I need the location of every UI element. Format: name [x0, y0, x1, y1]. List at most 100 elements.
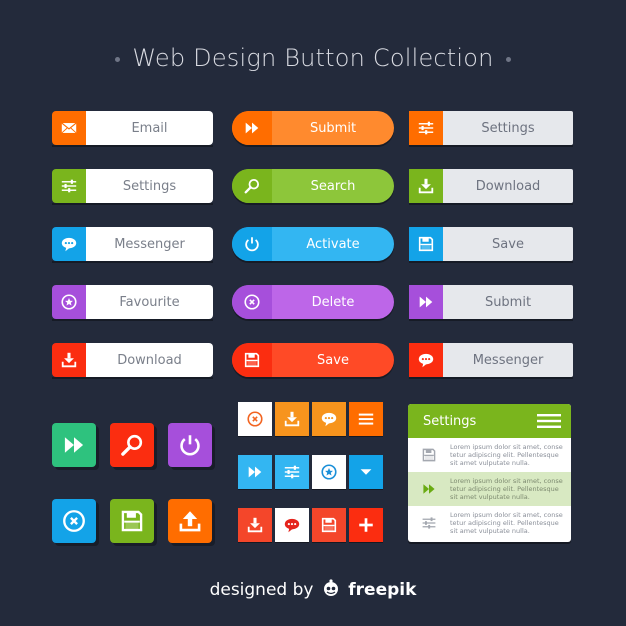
button-save[interactable]: Save	[409, 227, 573, 261]
button-delete[interactable]: Delete	[232, 285, 394, 319]
square-button-magnifier[interactable]	[110, 423, 154, 467]
page-title: Web Design Button Collection	[0, 44, 626, 72]
fast-forward-icon	[416, 481, 442, 497]
floppy-disk-icon	[416, 447, 442, 463]
button-label: Submit	[443, 285, 573, 319]
chat-bubble-icon	[52, 227, 86, 261]
tile-star-circle[interactable]	[312, 455, 346, 489]
button-save[interactable]: Save	[232, 343, 394, 377]
tile-close-circle[interactable]	[238, 402, 272, 436]
footer-prefix: designed by	[209, 580, 314, 600]
settings-panel-title: Settings	[423, 413, 477, 429]
download-icon	[283, 410, 301, 428]
floppy-disk-icon	[232, 343, 272, 377]
settings-list-item[interactable]: Lorem ipsum dolor sit amet, conse tetur …	[408, 506, 571, 540]
settings-list-item-text: Lorem ipsum dolor sit amet, conse tetur …	[450, 477, 563, 501]
square-button-upload[interactable]	[168, 499, 212, 543]
tile-chat-bubble[interactable]	[275, 508, 309, 542]
square-button-fast-forward[interactable]	[52, 423, 96, 467]
sliders-icon	[416, 515, 442, 531]
footer-credit: designed by freepik	[0, 578, 626, 600]
square-button-close-circle[interactable]	[52, 499, 96, 543]
download-icon	[52, 343, 86, 377]
upload-icon	[177, 508, 203, 534]
tile-menu[interactable]	[349, 402, 383, 436]
square-button-floppy-disk[interactable]	[110, 499, 154, 543]
close-circle-icon	[61, 508, 87, 534]
footer-brand: freepik	[348, 580, 417, 600]
tile-floppy-disk[interactable]	[312, 508, 346, 542]
button-label: Delete	[311, 294, 355, 310]
power-icon	[232, 227, 272, 261]
button-search[interactable]: Search	[232, 169, 394, 203]
floppy-disk-icon	[119, 508, 145, 534]
button-label: Email	[86, 111, 213, 145]
button-download[interactable]: Download	[52, 343, 213, 377]
star-circle-icon	[320, 463, 338, 481]
button-label: Settings	[86, 169, 213, 203]
button-label: Download	[86, 343, 213, 377]
button-messenger[interactable]: Messenger	[409, 343, 573, 377]
button-submit[interactable]: Submit	[409, 285, 573, 319]
button-label: Save	[443, 227, 573, 261]
button-settings[interactable]: Settings	[52, 169, 213, 203]
power-icon	[177, 432, 203, 458]
settings-panel: Settings Lorem ipsum dolor sit amet, con…	[408, 404, 571, 542]
tile-sliders[interactable]	[275, 455, 309, 489]
freepik-logo-icon	[321, 578, 341, 598]
title-dot-right	[505, 56, 511, 62]
settings-list-item[interactable]: Lorem ipsum dolor sit amet, conse tetur …	[408, 438, 571, 472]
menu-icon	[357, 410, 375, 428]
title-text: Web Design Button Collection	[132, 44, 494, 72]
settings-list-item[interactable]: Lorem ipsum dolor sit amet, conse tetur …	[408, 472, 571, 506]
title-dot-left	[115, 56, 121, 62]
close-circle-icon	[232, 285, 272, 319]
envelope-icon	[52, 111, 86, 145]
button-label: Save	[317, 352, 349, 368]
button-settings[interactable]: Settings	[409, 111, 573, 145]
button-label: Activate	[306, 236, 360, 252]
tile-plus[interactable]	[349, 508, 383, 542]
button-messenger[interactable]: Messenger	[52, 227, 213, 261]
caret-down-icon	[357, 463, 375, 481]
fast-forward-icon	[246, 463, 264, 481]
magnifier-icon	[119, 432, 145, 458]
button-label: Settings	[443, 111, 573, 145]
button-label: Favourite	[86, 285, 213, 319]
button-email[interactable]: Email	[52, 111, 213, 145]
tile-download[interactable]	[238, 508, 272, 542]
settings-panel-header: Settings	[408, 404, 571, 438]
chat-bubble-icon	[283, 516, 301, 534]
fast-forward-icon	[61, 432, 87, 458]
tile-download[interactable]	[275, 402, 309, 436]
chat-bubble-icon	[320, 410, 338, 428]
tile-chat-bubble[interactable]	[312, 402, 346, 436]
plus-icon	[357, 516, 375, 534]
download-icon	[246, 516, 264, 534]
sliders-icon	[283, 463, 301, 481]
square-button-power[interactable]	[168, 423, 212, 467]
fast-forward-icon	[409, 285, 443, 319]
tile-caret-down[interactable]	[349, 455, 383, 489]
button-download[interactable]: Download	[409, 169, 573, 203]
button-label: Messenger	[86, 227, 213, 261]
button-submit[interactable]: Submit	[232, 111, 394, 145]
button-activate[interactable]: Activate	[232, 227, 394, 261]
chat-bubble-icon	[409, 343, 443, 377]
button-label: Submit	[309, 120, 357, 136]
button-label: Search	[310, 178, 356, 194]
download-icon	[409, 169, 443, 203]
button-label: Messenger	[443, 343, 573, 377]
sliders-icon	[52, 169, 86, 203]
close-circle-icon	[246, 410, 264, 428]
settings-list-item-text: Lorem ipsum dolor sit amet, conse tetur …	[450, 443, 563, 467]
floppy-disk-icon	[409, 227, 443, 261]
tile-fast-forward[interactable]	[238, 455, 272, 489]
settings-list-item-text: Lorem ipsum dolor sit amet, conse tetur …	[450, 511, 563, 535]
button-label: Download	[443, 169, 573, 203]
magnifier-icon	[232, 169, 272, 203]
floppy-disk-icon	[320, 516, 338, 534]
button-favourite[interactable]: Favourite	[52, 285, 213, 319]
star-circle-icon	[52, 285, 86, 319]
menu-icon[interactable]	[537, 414, 561, 428]
